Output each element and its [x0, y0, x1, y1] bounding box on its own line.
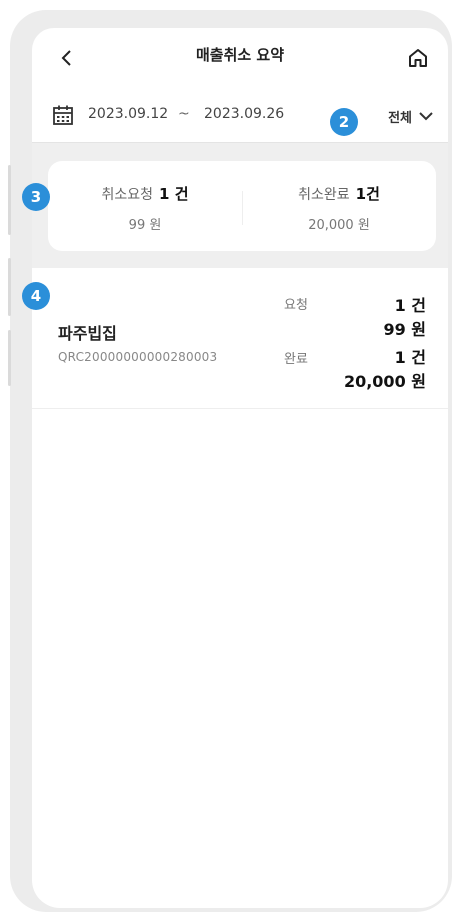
request-count: 1 건 — [159, 185, 189, 203]
filter-dropdown[interactable]: 전체 — [388, 104, 434, 128]
calendar-icon — [53, 105, 73, 125]
store-id: QRC20000000000280003 — [58, 350, 218, 364]
home-icon — [409, 49, 427, 67]
complete-amount: 20,000 원 — [308, 218, 370, 233]
annotation-badge-3: 3 — [22, 183, 50, 211]
request-label: 취소요청 — [101, 187, 154, 203]
store-request-label: 요청 — [284, 298, 308, 313]
store-complete-label: 완료 — [284, 352, 308, 367]
filter-label: 전체 — [388, 110, 412, 126]
complete-count: 1건 — [355, 185, 380, 203]
complete-summary: 취소완료 1건 20,000 원 — [242, 183, 436, 233]
complete-label: 취소완료 — [298, 187, 350, 203]
side-button-1 — [8, 165, 11, 235]
page-title: 매출취소 요약 — [195, 46, 285, 64]
store-complete-count: 1 건 — [394, 348, 426, 367]
home-button[interactable] — [404, 44, 432, 72]
end-date[interactable]: 2023.09.26 — [204, 106, 284, 122]
header-bar: 매출취소 요약 — [32, 28, 448, 90]
store-list-item[interactable]: 파주빕집 QRC20000000000280003 요청 1 건 99 원 완료… — [32, 268, 448, 409]
store-complete-amount: 20,000 원 — [343, 372, 426, 391]
store-request-count: 1 건 — [394, 296, 426, 315]
calendar-button[interactable] — [52, 104, 74, 126]
request-amount: 99 원 — [128, 218, 162, 233]
summary-card: 취소요청 1 건 99 원 취소완료 1건 20,000 원 — [48, 161, 436, 251]
chevron-down-icon — [419, 112, 433, 121]
annotation-badge-2: 2 — [330, 108, 358, 136]
annotation-badge-4: 4 — [22, 282, 50, 310]
store-request-amount: 99 원 — [383, 320, 426, 339]
store-name: 파주빕집 — [58, 324, 117, 343]
request-summary: 취소요청 1 건 99 원 — [48, 183, 242, 233]
start-date[interactable]: 2023.09.12 — [88, 106, 168, 122]
date-range-bar: 2023.09.12 ~ 2023.09.26 전체 — [32, 90, 448, 143]
side-button-2 — [8, 258, 11, 316]
date-separator: ~ — [178, 106, 190, 122]
app-screen: 매출취소 요약 2023.09.12 ~ 2023.09.26 전체 취소요청 … — [32, 28, 448, 908]
side-button-3 — [8, 330, 11, 386]
